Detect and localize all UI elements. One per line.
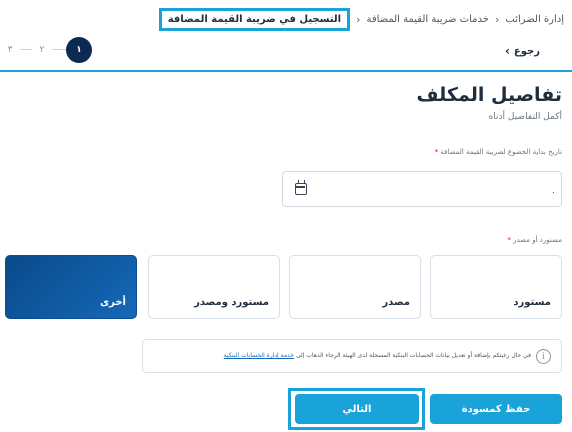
step-3: ٣ — [0, 40, 20, 60]
step-2: ٢ — [32, 40, 52, 60]
date-label-text: تاريخ بداية الخضوع لضريبة القيمة المضافة — [440, 148, 562, 156]
back-label: رجوع — [513, 45, 540, 57]
chevron-left-icon: › — [494, 12, 500, 26]
info-message: في حال رغبتكم بإضافة أو تعديل بيانات الح… — [295, 352, 531, 359]
info-text: في حال رغبتكم بإضافة أو تعديل بيانات الح… — [224, 352, 531, 359]
option-label: أخرى — [99, 297, 126, 308]
option-label: مصدر — [382, 297, 410, 308]
next-button[interactable]: التالي — [295, 394, 419, 424]
date-value: . — [552, 186, 555, 196]
info-box: i في حال رغبتكم بإضافة أو تعديل بيانات ا… — [142, 339, 562, 373]
option-other[interactable]: أخرى — [5, 255, 137, 319]
required-mark: * — [507, 236, 511, 244]
type-label-text: مستورد أو مصدر — [513, 236, 562, 244]
breadcrumb-item-tax-admin[interactable]: إدارة الضرائب — [505, 14, 564, 25]
save-draft-button[interactable]: حفظ كمسودة — [430, 394, 562, 424]
bank-accounts-link[interactable]: خدمة إدارة الحسابات البنكية — [224, 352, 294, 359]
chevron-left-icon: ‹ — [504, 44, 510, 58]
calendar-icon[interactable] — [295, 180, 307, 195]
option-importer[interactable]: مستورد — [430, 255, 562, 319]
page-subtitle: أكمل التفاصيل أدناه — [488, 112, 562, 122]
breadcrumb-current: التسجيل في ضريبة القيمة المضافة — [158, 7, 351, 31]
type-field-label: مستورد أو مصدر * — [507, 236, 562, 244]
date-input[interactable]: . — [282, 171, 562, 207]
required-mark: * — [434, 148, 439, 156]
option-label: مستورد — [513, 297, 551, 308]
page-title: تفاصيل المكلف — [416, 84, 562, 106]
top-bar: إدارة الضرائب › خدمات ضريبة القيمة المضا… — [0, 0, 572, 38]
option-label: مستورد ومصدر — [194, 297, 269, 308]
info-icon: i — [536, 349, 551, 364]
header-divider — [0, 70, 572, 72]
breadcrumb: إدارة الضرائب › خدمات ضريبة القيمة المضا… — [158, 7, 564, 31]
breadcrumb-item-vat-services[interactable]: خدمات ضريبة القيمة المضافة — [366, 14, 488, 25]
stepper: ٣ ٢ ١ — [0, 36, 100, 64]
option-exporter[interactable]: مصدر — [289, 255, 421, 319]
back-button[interactable]: ‹ رجوع — [505, 44, 540, 58]
step-1-active: ١ — [66, 37, 92, 63]
option-importer-exporter[interactable]: مستورد ومصدر — [148, 255, 280, 319]
chevron-left-icon: › — [356, 12, 361, 26]
date-field-label: تاريخ بداية الخضوع لضريبة القيمة المضافة… — [435, 148, 562, 156]
